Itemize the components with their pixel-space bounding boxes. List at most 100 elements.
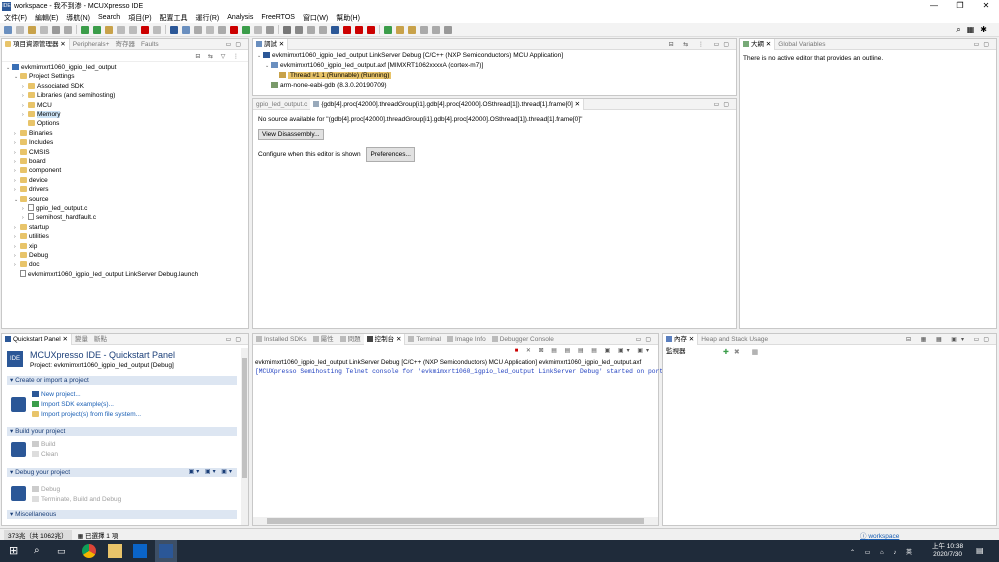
tab-variables[interactable]: 變量 (72, 334, 91, 345)
tab-registers[interactable]: 寄存器 (112, 39, 138, 50)
toolbar-button-icon[interactable] (170, 25, 178, 34)
tab-terminal[interactable]: Terminal (405, 334, 444, 345)
minimize-maximize-icons[interactable]: ▭▢ (226, 41, 245, 48)
menu-item[interactable]: 導航(N) (62, 13, 94, 23)
task-view-icon[interactable]: ▭ (57, 544, 71, 558)
toolbar-button-icon[interactable] (64, 25, 72, 34)
section-create-import[interactable]: ▾ Create or import a project (7, 376, 237, 385)
tab-gpio-led-output-c[interactable]: gpio_led_output.c (253, 99, 310, 110)
toolbar-button-icon[interactable] (218, 25, 226, 34)
menu-item[interactable]: 編輯(E) (31, 13, 62, 23)
debug-view-controls[interactable]: ⊟ ⇆ ⋮ ▭▢ (669, 41, 733, 48)
editor-controls[interactable]: ▭▢ (714, 101, 733, 108)
clock[interactable]: 上午 10:38 2020/7/30 (932, 543, 963, 559)
toolbar-button-icon[interactable] (432, 25, 440, 34)
menu-item[interactable]: 配置工具 (156, 13, 192, 23)
tree-item[interactable]: › doc (14, 260, 39, 269)
toolbar-button-icon[interactable] (81, 25, 89, 34)
toolbar-button-icon[interactable] (396, 25, 404, 34)
tree-item[interactable]: › Associated SDK (22, 82, 84, 91)
tree-item[interactable]: › Binaries (14, 129, 52, 138)
workspace-link[interactable]: ⓘ workspace (860, 530, 899, 540)
notifications-icon[interactable]: ▤ (976, 546, 984, 555)
toolbar-button-icon[interactable] (384, 25, 392, 34)
file-explorer-icon[interactable] (108, 544, 122, 558)
console-toolbar-icons[interactable]: ■ ✕ ⊠ ▤ ▤ ▤ ▤ ▣ ▣▾ ▣▾ (515, 347, 652, 354)
toolbar-button-icon[interactable] (254, 25, 262, 34)
toolbar-button-icon[interactable] (93, 25, 101, 34)
toolbar-button-icon[interactable] (307, 25, 315, 34)
tab-debugger-console[interactable]: Debugger Console (489, 334, 557, 345)
tree-item[interactable]: › gpio_led_output.c (22, 204, 87, 213)
preferences-button[interactable]: Preferences... (366, 147, 415, 162)
toolbar-button-icon[interactable] (182, 25, 190, 34)
tree-item[interactable]: › xip (14, 242, 37, 251)
import-sdk-example-link[interactable]: Import SDK example(s)... (32, 400, 114, 409)
toolbar-button-icon[interactable] (52, 25, 60, 34)
minimize-button[interactable]: — (921, 0, 947, 12)
console-controls[interactable]: ▭▢ (636, 336, 655, 343)
menu-item[interactable]: 文件(F) (0, 13, 31, 23)
toolbar-button-icon[interactable] (28, 25, 36, 34)
toolbar-button-icon[interactable] (408, 25, 416, 34)
search-icon[interactable]: ⌕ (956, 25, 966, 34)
search-icon[interactable]: ⌕ (34, 544, 48, 558)
mcuxpresso-taskbar-item[interactable] (155, 540, 177, 562)
tree-item[interactable]: › component (14, 166, 61, 175)
tree-item[interactable]: ⌄ evkmimxrt1060_igpio_led_output (6, 63, 116, 72)
menu-item[interactable]: FreeRTOS (257, 14, 299, 21)
tab-project-explorer[interactable]: 項目資源管理器 ✕ (2, 38, 70, 50)
tree-item[interactable]: ⌄ source (14, 195, 49, 204)
quickstart-scrollbar[interactable] (241, 348, 248, 525)
toolbar-button-icon[interactable] (153, 25, 161, 34)
console-hscrollbar[interactable] (253, 517, 658, 525)
tab-problems[interactable]: 問題 (337, 334, 364, 345)
debug-link[interactable]: Debug (32, 485, 60, 494)
toolbar-button-icon[interactable] (230, 25, 238, 34)
explorer-toolbar-icons[interactable]: ⊟ ⇆ ▽ ⋮ (195, 53, 242, 60)
tree-item[interactable]: › MCU (22, 101, 52, 110)
tree-item[interactable]: evkmimxrt1060_igpio_led_output LinkServe… (14, 269, 198, 279)
toolbar-button-icon[interactable] (117, 25, 125, 34)
tree-item[interactable]: › board (14, 157, 46, 166)
toolbar-button-icon[interactable] (420, 25, 428, 34)
tab-peripherals[interactable]: Peripherals+ (70, 39, 113, 50)
windows-start-icon[interactable]: ⊞ (9, 544, 23, 558)
menu-item[interactable]: Search (94, 14, 124, 21)
toolbar-button-icon[interactable] (141, 25, 149, 34)
import-from-filesystem-link[interactable]: Import project(s) from file system... (32, 410, 141, 419)
toolbar-button-icon[interactable] (283, 25, 291, 34)
tab-global-variables[interactable]: Global Variables (775, 39, 828, 50)
section-miscellaneous[interactable]: ▾ Miscellaneous (7, 510, 237, 519)
tab-faults[interactable]: Faults (138, 39, 162, 50)
system-tray-icons[interactable]: ⌃ ▭ ⌂ ♪ 英 (850, 547, 916, 556)
tree-item[interactable]: › utilities (14, 232, 49, 241)
toolbar-button-icon[interactable] (343, 25, 351, 34)
maximize-button[interactable]: ❐ (947, 0, 973, 12)
menu-item[interactable]: 幫助(H) (332, 13, 364, 23)
tree-item[interactable]: › startup (14, 223, 49, 232)
tab-console[interactable]: 控制台 ✕ (363, 333, 406, 345)
tree-item[interactable]: ⌄ Project Settings (14, 72, 75, 81)
toolbar-button-icon[interactable] (331, 25, 339, 34)
tree-item[interactable]: › semihost_hardfault.c (22, 213, 96, 222)
tab-debug[interactable]: 調試 ✕ (253, 38, 289, 50)
toolbar-button-icon[interactable] (129, 25, 137, 34)
toolbar-button-icon[interactable] (105, 25, 113, 34)
memory-controls[interactable]: ⊟ ▦ ▦ ▣▾ ▭▢ (906, 336, 993, 343)
tab-properties[interactable]: 屬性 (310, 334, 337, 345)
perspective-icon[interactable]: ▦ (967, 25, 981, 34)
tab-breakpoints[interactable]: 斷點 (91, 334, 110, 345)
debug-perspective-icon[interactable]: ✱ (980, 25, 993, 34)
menu-item[interactable]: Analysis (223, 14, 257, 21)
debug-tree-item[interactable]: ⌄ evkmimxrt1060_igpio_led_output.axf [MIM… (265, 61, 483, 70)
monitor-add-remove-icons[interactable]: ✚✖ ▦ (723, 348, 763, 357)
tab-memory[interactable]: 內存 ✕ (663, 333, 699, 345)
tab-quickstart-panel[interactable]: Quickstart Panel ✕ (2, 333, 72, 345)
toolbar-button-icon[interactable] (40, 25, 48, 34)
debug-tree-item[interactable]: arm-none-eabi-gdb (8.3.0.20190709) (265, 81, 387, 90)
tree-item[interactable]: › CMSIS (14, 148, 50, 157)
toolbar-button-icon[interactable] (355, 25, 363, 34)
tab-frame-source[interactable]: {gdb[4].proc[42000].threadGroup[i1].gdb[… (310, 98, 585, 110)
section-build[interactable]: ▾ Build your project (7, 427, 237, 436)
